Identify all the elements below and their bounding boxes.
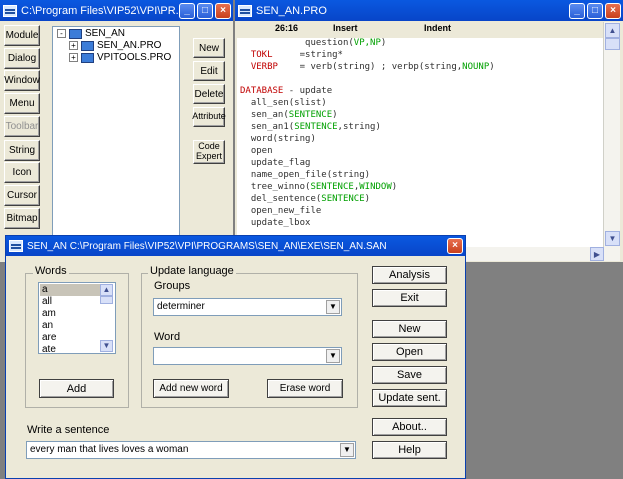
tool-dialog[interactable]: Dialog xyxy=(4,48,40,69)
scroll-up-icon[interactable]: ▲ xyxy=(605,23,620,38)
folder-icon xyxy=(81,52,94,63)
indent-mode: Indent xyxy=(424,23,451,33)
delete-button[interactable]: Delete xyxy=(193,84,225,104)
cursor-position: 26:16 xyxy=(275,23,299,33)
list-item[interactable]: a xyxy=(40,284,102,296)
help-button[interactable]: Help xyxy=(372,441,447,459)
folder-icon xyxy=(81,40,94,51)
editor-status-bar: 26:16 Insert Indent xyxy=(237,22,603,37)
close-icon[interactable]: × xyxy=(447,238,463,254)
add-new-word-button[interactable]: Add new word xyxy=(153,379,229,398)
tool-window[interactable]: Window xyxy=(4,70,40,91)
editor-title: SEN_AN.PRO xyxy=(256,4,327,17)
maximize-icon[interactable]: □ xyxy=(197,2,213,19)
tool-cursor[interactable]: Cursor xyxy=(4,185,40,206)
groups-label: Groups xyxy=(154,280,191,292)
editor-horizontal-scrollbar[interactable]: ▶ xyxy=(466,247,620,261)
code-editor[interactable]: question(VP,NP) TOKL =string* VERBP = ve… xyxy=(237,38,603,247)
close-icon[interactable]: × xyxy=(215,2,231,19)
app-icon xyxy=(3,4,17,17)
analysis-button[interactable]: Analysis xyxy=(372,266,447,284)
open-button[interactable]: Open xyxy=(372,343,447,361)
save-button[interactable]: Save xyxy=(372,366,447,384)
dialog-title: SEN_AN C:\Program Files\VIP52\VPI\PROGRA… xyxy=(27,240,387,252)
app-icon xyxy=(9,240,23,252)
new-button[interactable]: New xyxy=(193,38,225,58)
code-expert-button[interactable]: Code Expert xyxy=(193,140,225,164)
list-item[interactable]: an xyxy=(42,320,53,332)
words-list[interactable]: a all am an are ate ▲ ▼ xyxy=(38,282,116,354)
minimize-icon[interactable]: _ xyxy=(569,2,585,19)
close-icon[interactable]: × xyxy=(605,2,621,19)
expand-icon[interactable]: + xyxy=(69,53,78,62)
list-item[interactable]: all xyxy=(42,296,52,308)
update-sentence-button[interactable]: Update sent. xyxy=(372,389,447,407)
sentence-input[interactable]: every man that lives loves a woman ▼ xyxy=(26,441,356,459)
list-scroll-down-icon[interactable]: ▼ xyxy=(100,340,113,352)
new-file-button[interactable]: New xyxy=(372,320,447,338)
scroll-right-icon[interactable]: ▶ xyxy=(590,247,604,261)
tool-module[interactable]: Module xyxy=(4,25,40,46)
editor-vertical-scrollbar[interactable]: ▲ ▼ xyxy=(603,22,620,247)
project-window: C:\Program Files\VIP52\VPI\PR... _ □ × M… xyxy=(0,0,233,262)
app-icon xyxy=(238,4,252,17)
sentence-label: Write a sentence xyxy=(27,424,110,436)
tree-item-vpitools-pro[interactable]: + VPITOOLS.PRO xyxy=(69,52,171,63)
minimize-icon[interactable]: _ xyxy=(179,2,195,19)
chevron-down-icon[interactable]: ▼ xyxy=(326,349,340,363)
project-titlebar[interactable]: C:\Program Files\VIP52\VPI\PR... _ □ × xyxy=(0,0,233,21)
insert-mode: Insert xyxy=(333,23,358,33)
edit-button[interactable]: Edit xyxy=(193,61,225,81)
groups-select[interactable]: determiner ▼ xyxy=(153,298,342,316)
expand-icon[interactable]: + xyxy=(69,41,78,50)
sentence-analyzer-dialog: SEN_AN C:\Program Files\VIP52\VPI\PROGRA… xyxy=(5,235,466,479)
list-scroll-up-icon[interactable]: ▲ xyxy=(100,284,113,296)
collapse-icon[interactable]: - xyxy=(57,29,66,38)
list-item[interactable]: ate xyxy=(42,344,56,353)
tree-item-sen-an-pro[interactable]: + SEN_AN.PRO xyxy=(69,40,161,51)
add-button[interactable]: Add xyxy=(39,379,114,398)
editor-titlebar[interactable]: SEN_AN.PRO _ □ × xyxy=(235,0,623,21)
word-select[interactable]: ▼ xyxy=(153,347,342,365)
words-label: Words xyxy=(33,265,69,277)
folder-icon xyxy=(69,28,82,39)
tree-root[interactable]: - SEN_AN xyxy=(57,28,125,39)
about-button[interactable]: About.. xyxy=(372,418,447,436)
list-item[interactable]: am xyxy=(42,308,56,320)
list-scroll-thumb[interactable] xyxy=(100,296,113,304)
tool-toolbar[interactable]: Toolbar xyxy=(4,116,40,137)
attribute-button[interactable]: Attribute xyxy=(192,107,226,127)
update-language-label: Update language xyxy=(148,265,236,277)
chevron-down-icon[interactable]: ▼ xyxy=(340,443,354,457)
chevron-down-icon[interactable]: ▼ xyxy=(326,300,340,314)
erase-word-button[interactable]: Erase word xyxy=(267,379,343,398)
sentence-value: every man that lives loves a woman xyxy=(30,444,189,455)
scroll-thumb[interactable] xyxy=(605,38,620,50)
list-item[interactable]: are xyxy=(42,332,56,344)
maximize-icon[interactable]: □ xyxy=(587,2,603,19)
groups-value: determiner xyxy=(157,301,205,312)
project-tree[interactable]: - SEN_AN + SEN_AN.PRO + VPITOOLS.PRO xyxy=(52,26,180,258)
tool-bitmap[interactable]: Bitmap xyxy=(4,208,40,229)
word-label: Word xyxy=(154,331,181,343)
scroll-down-icon[interactable]: ▼ xyxy=(605,231,620,246)
tool-icon[interactable]: Icon xyxy=(4,162,40,183)
tool-menu[interactable]: Menu xyxy=(4,93,40,114)
exit-button[interactable]: Exit xyxy=(372,289,447,307)
project-title: C:\Program Files\VIP52\VPI\PR... xyxy=(21,4,179,17)
dialog-titlebar[interactable]: SEN_AN C:\Program Files\VIP52\VPI\PROGRA… xyxy=(6,236,465,256)
tool-string[interactable]: String xyxy=(4,140,40,161)
